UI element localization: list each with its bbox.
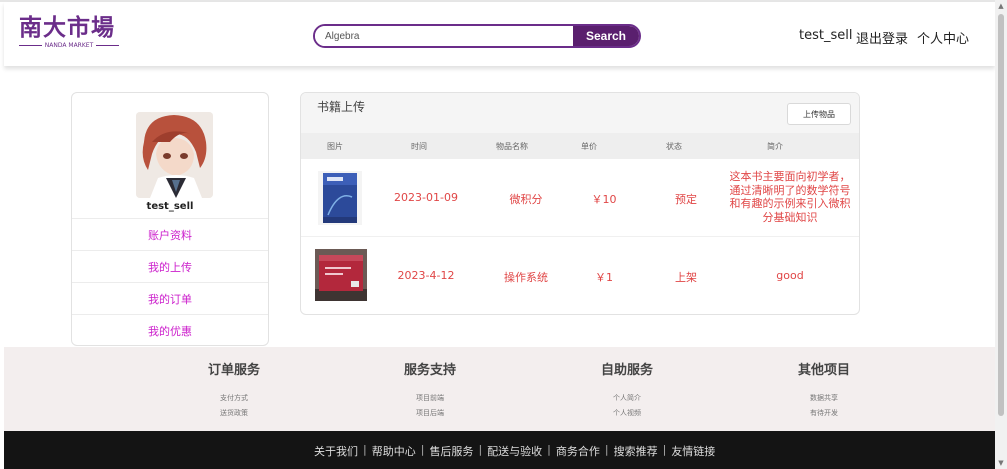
sidebar-item-coupons[interactable]: 我的优惠 [72,314,268,346]
table-row: 2023-4-12 操作系统 ￥1 上架 good [301,237,859,314]
footer-link-video[interactable]: 个人视频 [567,406,687,421]
scroll-up-icon[interactable]: ▲ [995,0,1007,12]
row-name: 操作系统 [504,271,548,284]
book-cover-os [315,249,367,301]
footer-link-backend[interactable]: 项目后端 [370,406,490,421]
footer-nav-separator: | [478,443,483,456]
footer-nav-separator: | [547,443,551,456]
row-price: ￥1 [595,271,613,284]
row-intro: good [776,269,804,282]
column-header-image: 图片 [327,142,343,151]
footer-column-title: 服务支持 [403,363,456,378]
row-name: 微积分 [509,193,543,206]
row-price: ￥10 [591,193,617,206]
footer-nav-bar: 关于我们 | 帮助中心 | 售后服务 | 配送与验收 | 商务合作 | 搜索推荐 | 友情链… [4,431,995,469]
footer-nav-separator: | [363,443,367,456]
footer-column-title: 自助服务 [600,363,653,378]
footer-link-data-sharing[interactable]: 数据共享 [764,391,884,406]
panel-header: 书籍上传 上传物品 [301,93,859,133]
book-image-os[interactable] [315,249,367,301]
search-bar: Search [313,24,641,48]
search-button[interactable]: Search [573,26,639,46]
scrollbar-thumb[interactable] [998,14,1004,416]
footer-link-frontend[interactable]: 项目前端 [370,391,490,406]
logo-rule-left [19,45,42,46]
footer-nav-links[interactable]: 友情链接 [671,443,715,459]
avatar [136,112,213,198]
sidebar-item-orders[interactable]: 我的订单 [72,282,268,314]
footer-link-profile[interactable]: 个人简介 [567,391,687,406]
footer-nav-business[interactable]: 商务合作 [556,443,600,459]
book-cover-calculus [318,171,362,225]
footer-column-support: 服务支持 项目前端 项目后端 [370,359,490,421]
footer-services: 订单服务 支付方式 送货政策 服务支持 项目前端 项目后端 自助服务 个人简介 … [4,347,995,431]
profile-card: test_sell 账户资料 我的上传 我的订单 我的优惠 [71,92,269,346]
column-header-status: 状态 [666,142,682,151]
sidebar-username: test_sell [146,201,194,212]
footer-link-pending[interactable]: 有待开发 [764,406,884,421]
search-input[interactable] [315,26,573,46]
sidebar-item-uploads[interactable]: 我的上传 [72,250,268,282]
column-header-time: 时间 [411,142,427,151]
sidebar-menu: 账户资料 我的上传 我的订单 我的优惠 [72,218,268,346]
footer-nav: 关于我们 | 帮助中心 | 售后服务 | 配送与验收 | 商务合作 | 搜索推荐 | 友情链… [314,443,715,459]
table-row: 2023-01-09 微积分 ￥10 预定 这本书主要面向初学者，通过清晰明了的… [301,159,859,237]
profile-link[interactable]: 个人中心 [917,28,969,47]
footer-nav-delivery[interactable]: 配送与验收 [487,443,542,459]
footer-nav-after-sales[interactable]: 售后服务 [429,443,473,459]
row-date: 2023-4-12 [397,269,455,282]
logo-subtitle-row: NANDA MARKET [19,42,120,49]
panel-title: 书籍上传 [317,100,366,114]
row-intro: 这本书主要面向初学者，通过清晰明了的数学符号和有趣的示例来引入微积分基础知识 [729,170,851,224]
footer-column-title: 其他项目 [797,363,850,378]
row-status: 预定 [675,193,697,206]
column-header-price: 单价 [581,142,597,151]
upload-item-button[interactable]: 上传物品 [787,103,851,125]
username-link[interactable]: test_sell [799,28,852,43]
page-scrollbar[interactable]: ▲ ▼ [995,0,1007,469]
logo-subtitle: NANDA MARKET [44,42,94,49]
site-header: 南大市場 NANDA MARKET Search test_sell 退出登录 … [4,2,995,66]
footer-nav-about[interactable]: 关于我们 [314,443,358,459]
logout-link[interactable]: 退出登录 [856,28,908,47]
logo-text: 南大市場 [19,14,115,41]
footer-column-self-service: 自助服务 个人简介 个人视频 [567,359,687,421]
column-header-name: 物品名称 [496,142,528,151]
site-logo[interactable]: 南大市場 NANDA MARKET [19,14,120,49]
footer-nav-help[interactable]: 帮助中心 [372,443,416,459]
footer-column-orders: 订单服务 支付方式 送货政策 [174,359,294,421]
sidebar-item-account[interactable]: 账户资料 [72,218,268,250]
footer-link-payment[interactable]: 支付方式 [174,391,294,406]
footer-nav-search[interactable]: 搜索推荐 [614,443,658,459]
upload-panel: 书籍上传 上传物品 图片 时间 物品名称 单价 状态 简介 2023-01-09… [300,92,860,315]
footer-nav-separator: | [604,443,609,456]
column-header-intro: 简介 [767,142,783,151]
footer-column-title: 订单服务 [207,363,260,378]
avatar-illustration [136,112,213,198]
row-date: 2023-01-09 [394,191,458,204]
footer-link-delivery[interactable]: 送货政策 [174,406,294,421]
table-header: 图片 时间 物品名称 单价 状态 简介 [301,133,859,159]
footer-column-other: 其他项目 数据共享 有待开发 [764,359,884,421]
scroll-down-icon[interactable]: ▼ [995,457,1007,469]
logo-rule-right [96,45,120,46]
footer-nav-separator: | [662,443,667,456]
footer-nav-separator: | [420,443,425,456]
book-image-calculus[interactable] [318,171,362,225]
row-status: 上架 [675,271,697,284]
